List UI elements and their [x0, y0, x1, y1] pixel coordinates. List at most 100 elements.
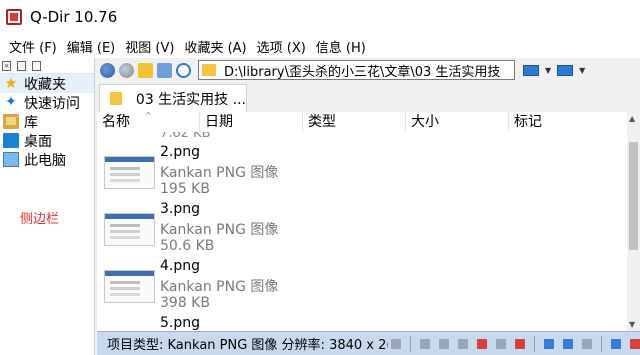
- menu-bar: 文件 (F) 编辑 (E) 视图 (V) 收藏夹 (A) 选项 (X) 信息 (…: [0, 34, 640, 58]
- separator: [601, 335, 602, 352]
- forward-icon[interactable]: [119, 62, 134, 78]
- list-item[interactable]: 5.png: [100, 315, 620, 331]
- address-bar[interactable]: D:\library\歪头杀的小三花\文章\03 生活实用技: [198, 60, 515, 80]
- chevron-down-icon[interactable]: ▼: [579, 66, 585, 75]
- sidebar-item-this-pc[interactable]: 此电脑: [0, 150, 94, 169]
- image-thumbnail: [104, 213, 155, 246]
- column-size-label: 大小: [411, 114, 439, 130]
- file-type: Kankan PNG 图像: [160, 279, 279, 295]
- file-size: 50.6 KB: [160, 238, 215, 254]
- status-text: 项目类型: Kankan PNG 图像 分辨率: 3840 x 2(: [107, 338, 388, 353]
- library-icon: [3, 114, 19, 129]
- menu-edit[interactable]: 编辑 (E): [62, 37, 121, 56]
- column-type[interactable]: 类型: [303, 112, 406, 132]
- vertical-scrollbar[interactable]: ▲ ▼: [627, 112, 640, 331]
- column-date-label: 日期: [205, 114, 233, 130]
- delete-icon[interactable]: [515, 338, 525, 349]
- back-icon[interactable]: [100, 62, 115, 78]
- close-icon[interactable]: [630, 338, 640, 349]
- list-item[interactable]: 4.png Kankan PNG 图像 398 KB: [100, 258, 620, 314]
- desktop-icon: [3, 133, 19, 148]
- file-size: 195 KB: [160, 181, 210, 197]
- up-folder-icon[interactable]: [138, 62, 153, 78]
- toolbar-right: ▼ ▼: [523, 64, 585, 76]
- edit-icon[interactable]: [611, 338, 621, 349]
- app-window: Q-Dir 10.76 文件 (F) 编辑 (E) 视图 (V) 收藏夹 (A)…: [0, 0, 640, 355]
- menu-view[interactable]: 视图 (V): [120, 37, 179, 56]
- file-type: Kankan PNG 图像: [160, 222, 279, 238]
- file-name: 2.png: [160, 144, 201, 160]
- column-size[interactable]: 大小: [406, 112, 509, 132]
- chevron-down-icon[interactable]: [439, 338, 449, 349]
- scrollbar-thumb[interactable]: [629, 142, 638, 250]
- menu-file[interactable]: 文件 (F): [4, 37, 62, 56]
- status-bar: 项目类型: Kankan PNG 图像 分辨率: 3840 x 2(: [97, 331, 640, 355]
- title-bar: Q-Dir 10.76: [0, 0, 640, 34]
- tab-label: 03 生活实用技 ...: [135, 91, 246, 108]
- page-icon[interactable]: [17, 60, 26, 71]
- folder-icon: [110, 92, 122, 105]
- tab-bar: 03 生活实用技 ...: [97, 82, 640, 112]
- column-name[interactable]: ^ 名称: [97, 111, 200, 132]
- column-type-label: 类型: [308, 114, 336, 130]
- menu-options[interactable]: 选项 (X): [252, 37, 311, 56]
- sidebar-toolbar: ×: [0, 58, 94, 74]
- file-type: Kankan PNG 图像: [160, 165, 279, 181]
- filter-icon[interactable]: [458, 338, 468, 349]
- nav-toolbar: D:\library\歪头杀的小三花\文章\03 生活实用技 ▼ ▼: [97, 58, 640, 82]
- view-mode-icon[interactable]: [157, 62, 172, 78]
- keyboard-icon[interactable]: [496, 338, 506, 349]
- address-path: D:\library\歪头杀的小三花\文章\03 生活实用技: [224, 64, 501, 80]
- folder-icon: [202, 64, 216, 76]
- pin-icon[interactable]: [391, 338, 401, 349]
- image-thumbnail: [104, 156, 155, 189]
- sidebar-item-label: 快速访问: [24, 95, 80, 112]
- file-size: 398 KB: [160, 295, 210, 311]
- monitor-icon[interactable]: [523, 64, 539, 76]
- sidebar-item-library[interactable]: 库: [0, 112, 94, 131]
- column-tag-label: 标记: [514, 114, 542, 130]
- stop-icon[interactable]: [477, 338, 487, 349]
- sidebar-item-label: 此电脑: [24, 152, 66, 169]
- sort-up-icon: ^: [145, 111, 152, 120]
- chevron-down-icon[interactable]: ▼: [545, 66, 551, 75]
- cut-icon[interactable]: [544, 338, 554, 349]
- sidebar-item-label: 收藏夹: [24, 76, 66, 93]
- tab-folder[interactable]: 03 生活实用技 ...: [99, 84, 247, 112]
- menu-favorites[interactable]: 收藏夹 (A): [179, 37, 251, 56]
- file-name: 4.png: [160, 258, 201, 274]
- refresh-icon[interactable]: [176, 62, 191, 78]
- sidebar: × ★ 收藏夹 ✦ 快速访问 库 桌面 此电脑 侧边栏: [0, 58, 95, 355]
- app-title: Q-Dir 10.76: [30, 8, 118, 26]
- app-icon: [6, 9, 22, 25]
- separator: [410, 335, 411, 352]
- separator: [534, 335, 535, 352]
- menu-info[interactable]: 信息 (H): [311, 37, 371, 56]
- list-item[interactable]: 3.png Kankan PNG 图像 50.6 KB: [100, 201, 620, 257]
- scroll-up-icon[interactable]: ▲: [629, 114, 635, 123]
- sidebar-item-favorites[interactable]: ★ 收藏夹: [0, 74, 94, 93]
- sidebar-item-desktop[interactable]: 桌面: [0, 131, 94, 150]
- pin-icon: ✦: [5, 94, 17, 110]
- computer-icon[interactable]: [557, 64, 574, 76]
- paste-icon[interactable]: [582, 338, 592, 349]
- star-icon: ★: [4, 74, 18, 92]
- page-icon[interactable]: [32, 60, 41, 71]
- file-name: 5.png: [160, 315, 201, 331]
- list-header: ^ 名称 日期 类型 大小 标记: [97, 111, 627, 132]
- column-name-label: 名称: [102, 114, 130, 130]
- close-icon[interactable]: ×: [2, 60, 11, 71]
- sidebar-item-quick-access[interactable]: ✦ 快速访问: [0, 93, 94, 112]
- image-thumbnail: [104, 270, 155, 303]
- sidebar-item-label: 库: [24, 114, 38, 131]
- copy-icon[interactable]: [563, 338, 573, 349]
- chevron-up-icon[interactable]: [420, 338, 430, 349]
- scroll-down-icon[interactable]: ▼: [629, 320, 635, 329]
- file-name: 3.png: [160, 201, 201, 217]
- column-tag[interactable]: 标记: [509, 112, 627, 132]
- list-item[interactable]: 2.png Kankan PNG 图像 195 KB: [100, 144, 620, 200]
- main-pane: D:\library\歪头杀的小三花\文章\03 生活实用技 ▼ ▼ 03 生活…: [97, 58, 640, 355]
- column-date[interactable]: 日期: [200, 112, 303, 132]
- file-list: 7.62 KB 2.png Kankan PNG 图像 195 KB 3.png…: [97, 132, 627, 331]
- sidebar-annotation: 侧边栏: [20, 212, 60, 227]
